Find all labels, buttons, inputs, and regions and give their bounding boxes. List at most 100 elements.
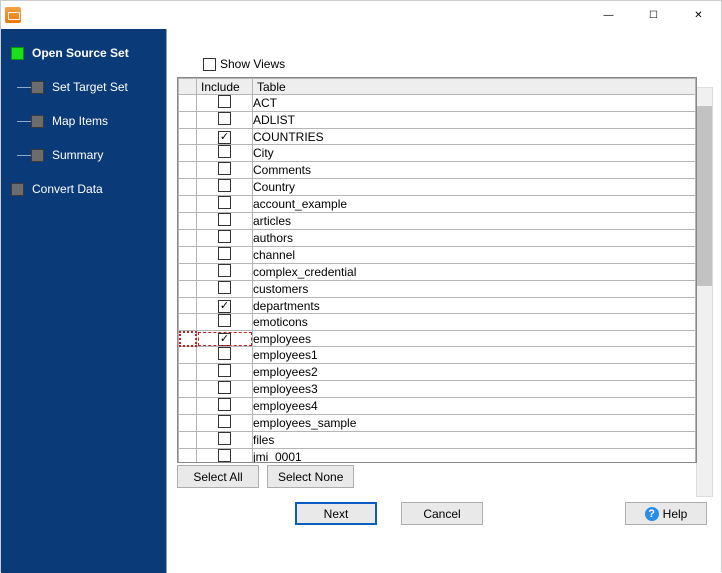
row-header[interactable] (179, 162, 197, 179)
show-views-checkbox[interactable] (203, 58, 216, 71)
row-header[interactable] (179, 247, 197, 264)
table-name-cell[interactable]: employees1 (253, 347, 696, 364)
table-row[interactable]: files (179, 432, 696, 449)
table-row[interactable]: COUNTRIES (179, 129, 696, 145)
panel-scrollbar-thumb[interactable] (697, 106, 712, 286)
row-header[interactable] (179, 196, 197, 213)
include-checkbox[interactable] (218, 112, 231, 125)
include-cell[interactable] (197, 398, 253, 415)
row-header[interactable] (179, 314, 197, 331)
wizard-step-summary[interactable]: Summary (1, 143, 166, 167)
table-row[interactable]: City (179, 145, 696, 162)
table-row[interactable]: employees1 (179, 347, 696, 364)
include-checkbox[interactable] (218, 95, 231, 108)
table-row[interactable]: employees (179, 331, 696, 347)
include-checkbox[interactable] (218, 213, 231, 226)
row-header[interactable] (179, 95, 197, 112)
row-header[interactable] (179, 398, 197, 415)
table-name-cell[interactable]: emoticons (253, 314, 696, 331)
row-header[interactable] (179, 347, 197, 364)
table-name-cell[interactable]: employees (253, 331, 696, 347)
include-cell[interactable] (197, 112, 253, 129)
include-cell[interactable] (197, 331, 253, 347)
table-row[interactable]: employees_sample (179, 415, 696, 432)
include-cell[interactable] (197, 314, 253, 331)
minimize-button[interactable]: — (586, 1, 631, 29)
include-checkbox[interactable] (218, 131, 231, 144)
table-name-cell[interactable]: Country (253, 179, 696, 196)
include-cell[interactable] (197, 179, 253, 196)
include-cell[interactable] (197, 281, 253, 298)
include-cell[interactable] (197, 162, 253, 179)
table-name-cell[interactable]: City (253, 145, 696, 162)
col-table[interactable]: Table (253, 79, 696, 95)
table-name-cell[interactable]: account_example (253, 196, 696, 213)
table-row[interactable]: employees2 (179, 364, 696, 381)
wizard-step-convert-data[interactable]: Convert Data (1, 177, 166, 201)
include-cell[interactable] (197, 230, 253, 247)
table-row[interactable]: Comments (179, 162, 696, 179)
include-cell[interactable] (197, 145, 253, 162)
include-checkbox[interactable] (218, 364, 231, 377)
include-cell[interactable] (197, 364, 253, 381)
include-checkbox[interactable] (218, 398, 231, 411)
table-name-cell[interactable]: authors (253, 230, 696, 247)
include-cell[interactable] (197, 213, 253, 230)
include-checkbox[interactable] (218, 415, 231, 428)
include-checkbox[interactable] (218, 449, 231, 462)
include-checkbox[interactable] (218, 347, 231, 360)
next-button[interactable]: Next (295, 502, 377, 525)
table-name-cell[interactable]: ACT (253, 95, 696, 112)
wizard-step-map-items[interactable]: Map Items (1, 109, 166, 133)
row-header[interactable] (179, 381, 197, 398)
table-row[interactable]: ADLIST (179, 112, 696, 129)
row-header[interactable] (179, 179, 197, 196)
table-name-cell[interactable]: ADLIST (253, 112, 696, 129)
table-name-cell[interactable]: employees4 (253, 398, 696, 415)
table-row[interactable]: employees4 (179, 398, 696, 415)
table-name-cell[interactable]: employees_sample (253, 415, 696, 432)
include-checkbox[interactable] (218, 432, 231, 445)
help-button[interactable]: ? Help (625, 502, 707, 525)
include-checkbox[interactable] (218, 333, 231, 346)
wizard-step-set-target-set[interactable]: Set Target Set (1, 75, 166, 99)
table-name-cell[interactable]: files (253, 432, 696, 449)
select-all-button[interactable]: Select All (177, 465, 259, 488)
include-cell[interactable] (197, 129, 253, 145)
table-row[interactable]: ACT (179, 95, 696, 112)
table-name-cell[interactable]: employees2 (253, 364, 696, 381)
table-row[interactable]: channel (179, 247, 696, 264)
row-header[interactable] (179, 415, 197, 432)
include-cell[interactable] (197, 381, 253, 398)
include-cell[interactable] (197, 247, 253, 264)
include-checkbox[interactable] (218, 230, 231, 243)
row-header[interactable] (179, 112, 197, 129)
include-checkbox[interactable] (218, 247, 231, 260)
table-row[interactable]: customers (179, 281, 696, 298)
include-cell[interactable] (197, 449, 253, 463)
row-header[interactable] (179, 331, 197, 347)
table-name-cell[interactable]: jmi_0001 (253, 449, 696, 463)
row-header[interactable] (179, 129, 197, 145)
table-row[interactable]: articles (179, 213, 696, 230)
table-row[interactable]: Country (179, 179, 696, 196)
include-checkbox[interactable] (218, 314, 231, 327)
table-row[interactable]: departments (179, 298, 696, 314)
include-checkbox[interactable] (218, 145, 231, 158)
table-name-cell[interactable]: employees3 (253, 381, 696, 398)
include-checkbox[interactable] (218, 381, 231, 394)
row-header[interactable] (179, 281, 197, 298)
include-cell[interactable] (197, 415, 253, 432)
table-row[interactable]: emoticons (179, 314, 696, 331)
include-cell[interactable] (197, 196, 253, 213)
include-cell[interactable] (197, 95, 253, 112)
maximize-button[interactable]: ☐ (631, 1, 676, 29)
row-header[interactable] (179, 449, 197, 463)
table-name-cell[interactable]: articles (253, 213, 696, 230)
col-include[interactable]: Include (197, 79, 253, 95)
table-name-cell[interactable]: departments (253, 298, 696, 314)
close-button[interactable]: ✕ (676, 1, 721, 29)
wizard-step-open-source-set[interactable]: Open Source Set (1, 41, 166, 65)
row-header[interactable] (179, 145, 197, 162)
table-row[interactable]: employees3 (179, 381, 696, 398)
